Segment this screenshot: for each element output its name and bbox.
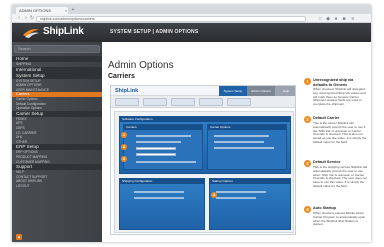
app-header: ShipLink SYSTEM SETUP | ADMIN OPTIONS [12, 23, 371, 42]
note-title: Auto Startup [313, 206, 336, 210]
note-body: This is the carrier Shiplink will automa… [313, 121, 367, 144]
browser-tab-title: ADMIN OPTIONS [19, 8, 52, 13]
inner-line [134, 191, 184, 193]
inner-body: Software Configuration Carriers Carrier … [114, 111, 294, 233]
inner-line [136, 161, 196, 163]
inner-icon [143, 98, 167, 106]
inner-field [136, 153, 176, 156]
url-input[interactable]: shiplink.com/admin/options/carriers [36, 15, 306, 22]
inner-tab: Admin Options [247, 86, 275, 96]
marker-badge: 2 [121, 144, 127, 150]
note-number: 4 [304, 206, 311, 213]
extension-icon[interactable]: ◆ [325, 16, 331, 22]
note-title: Default Service [313, 160, 341, 164]
note-number: 1 [304, 78, 311, 85]
note-number: 2 [304, 116, 311, 123]
sidebar-item[interactable]: LOGOUT [12, 184, 102, 189]
back-icon[interactable]: ‹ [16, 15, 22, 21]
browser-tab[interactable]: ADMIN OPTIONS × [16, 7, 68, 14]
inner-line [214, 147, 274, 149]
page-title: Admin Options [108, 60, 174, 71]
logo-text[interactable]: ShipLink [43, 26, 84, 37]
inner-line [136, 141, 181, 143]
inner-icon [171, 98, 195, 106]
note-title: Unrecognized ship via defaults to Generi… [313, 78, 354, 87]
shiplink-logo-icon [23, 29, 39, 38]
menu-icon[interactable]: ≡ [350, 16, 356, 22]
marker-badge: 4 [211, 192, 217, 198]
reload-icon[interactable]: ↻ [29, 15, 35, 21]
close-icon[interactable]: × [65, 7, 67, 14]
inner-line [136, 135, 191, 137]
inner-panel-title: Carrier Options [208, 125, 286, 130]
sidebar: Search Home SHIPPING International System S… [12, 42, 102, 242]
inner-panel-title: Startup Options [210, 179, 290, 184]
extension-icon[interactable]: ● [333, 16, 339, 22]
note-number: 3 [304, 160, 311, 167]
taskbar-icon[interactable]: ▲ [16, 234, 22, 240]
inner-panel: Startup Options [209, 178, 291, 230]
inner-header: ShipLink System Setup Admin Options Help [111, 86, 295, 96]
inner-icon [227, 98, 251, 106]
inner-line [214, 135, 269, 137]
marker-badge: 3 [121, 156, 127, 162]
inner-icon [199, 98, 223, 106]
inner-line [214, 141, 264, 143]
inner-tab: Help [275, 86, 295, 96]
inner-panel: Carrier Options [207, 124, 287, 170]
screenshot-frame: ADMIN OPTIONS × + ‹ › ↻ shiplink.com/adm… [12, 5, 371, 242]
inner-logo: ShipLink [115, 88, 139, 94]
inner-line [216, 191, 266, 193]
carrier-screenshot: ShipLink System Setup Admin Options Help… [110, 85, 296, 235]
inner-icon-row [111, 96, 295, 108]
star-icon[interactable]: ☆ [317, 16, 323, 22]
section-title: SYSTEM SETUP | ADMIN OPTIONS [110, 29, 199, 35]
extension-icon[interactable]: ■ [341, 16, 347, 22]
new-tab-icon[interactable]: + [70, 7, 76, 13]
inner-panel-title: Shipping Configuration [120, 179, 204, 184]
address-bar-row: ‹ › ↻ shiplink.com/admin/options/carrier… [12, 14, 371, 23]
marker-badge: 1 [121, 132, 127, 138]
sidebar-menu: Home SHIPPING International System Setup SYS… [12, 56, 102, 188]
inner-line [216, 197, 256, 199]
page-subtitle: Carriers [108, 73, 135, 80]
inner-panel-title: Software Configuration [120, 117, 290, 122]
note-body: This is the shipping service Shiplink wi… [313, 165, 367, 188]
note-body: When checked, Shiplink will disregard an… [313, 87, 366, 107]
browser-tab-bar: ADMIN OPTIONS × + [12, 5, 371, 14]
search-input[interactable]: Search [14, 45, 100, 53]
inner-panel-title: Carriers [124, 125, 202, 130]
inner-line [134, 197, 184, 199]
note-body: When checked, causes Mobile which Carrie… [313, 211, 366, 227]
inner-panel: Carriers [123, 124, 203, 170]
inner-field [136, 147, 176, 150]
inner-icon [115, 98, 139, 106]
inner-tab: System Setup [219, 86, 247, 96]
note-title: Default Carrier [313, 116, 340, 120]
inner-panel: Shipping Configuration [119, 178, 205, 230]
